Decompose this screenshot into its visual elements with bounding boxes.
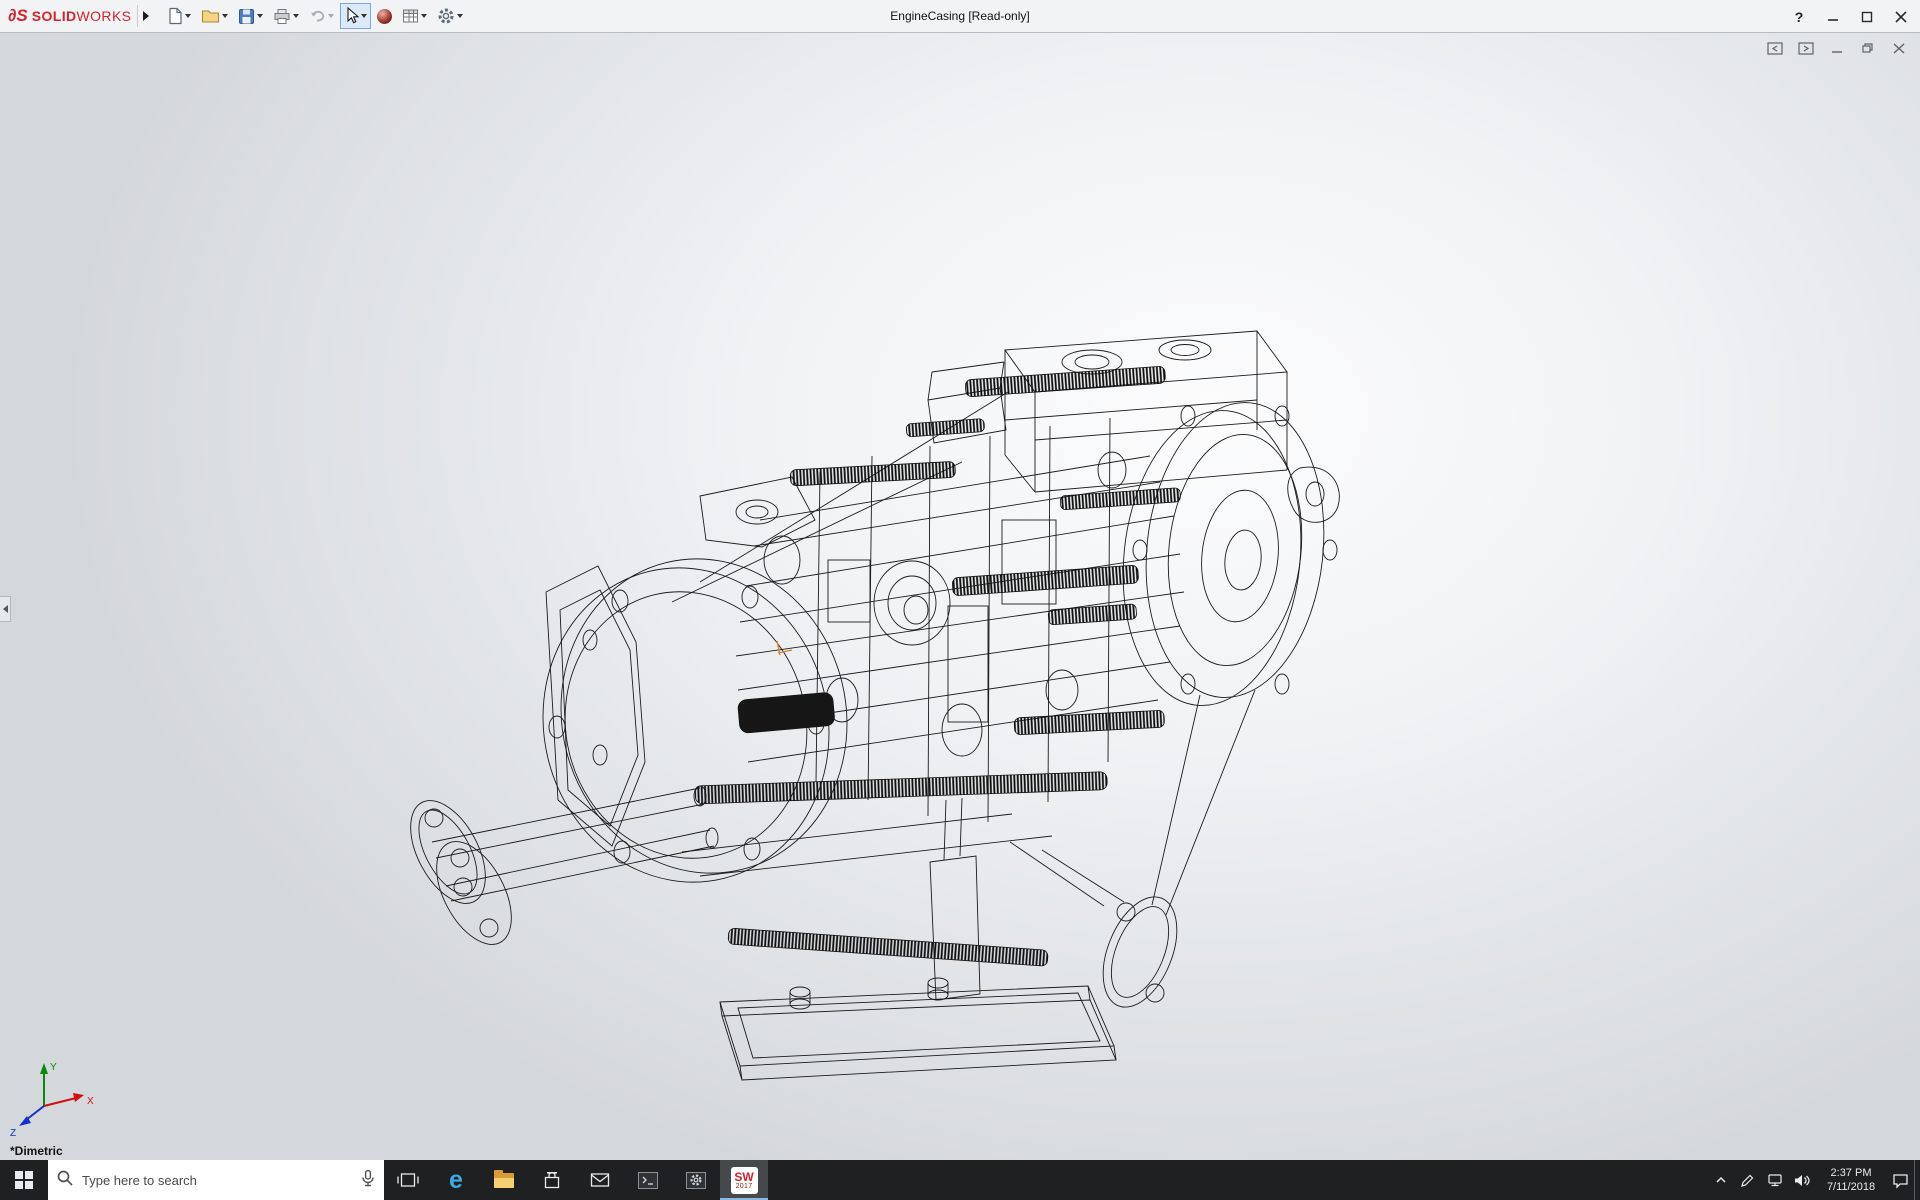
window-controls: ? (1786, 0, 1914, 33)
printer-icon (273, 8, 291, 25)
options-button[interactable] (433, 3, 467, 29)
solidworks-logo: ∂S SOLIDWORKS (0, 6, 137, 26)
taskbar-clock[interactable]: 2:37 PM 7/11/2018 (1815, 1160, 1887, 1200)
chevron-left-icon (3, 605, 8, 613)
close-button[interactable] (1888, 6, 1914, 28)
app-titlebar: ∂S SOLIDWORKS (0, 0, 1920, 33)
help-button[interactable]: ? (1786, 6, 1812, 28)
taskbar-store[interactable] (528, 1160, 576, 1200)
triad-y-label: Y (50, 1062, 57, 1073)
store-bag-icon (542, 1170, 562, 1190)
doc-minimize-button[interactable] (1826, 40, 1848, 56)
chevron-down-icon (185, 14, 191, 18)
chevron-down-icon (328, 14, 334, 18)
windows-taskbar: e SW2017 (0, 1160, 1920, 1200)
new-document-icon (167, 7, 183, 25)
engine-assembly-wireframe: Y X Z (0, 0, 1920, 1200)
doc-dock-right-button[interactable] (1795, 40, 1817, 56)
chevron-down-icon (257, 14, 263, 18)
tray-network-button[interactable] (1761, 1160, 1788, 1200)
properties-table-icon (402, 8, 419, 24)
triad-x-label: X (87, 1096, 94, 1107)
save-floppy-icon (238, 8, 255, 25)
graphics-area[interactable]: Y X Z *Dimetric (0, 33, 1920, 1160)
hidden-icons-chevron[interactable] (1707, 1160, 1734, 1200)
network-icon (1767, 1172, 1783, 1188)
chevron-up-icon (1714, 1173, 1728, 1187)
maximize-button[interactable] (1854, 6, 1880, 28)
quick-access-toolbar (163, 3, 467, 29)
tray-pen-button[interactable] (1734, 1160, 1761, 1200)
undo-button[interactable] (305, 3, 338, 29)
solidworks-app-icon: SW2017 (731, 1167, 758, 1194)
doc-dock-left-button[interactable] (1764, 40, 1786, 56)
chevron-down-icon (222, 14, 228, 18)
file-explorer-icon (494, 1172, 514, 1188)
open-folder-icon (201, 8, 220, 24)
gear-icon (437, 7, 455, 25)
triad-z-label: Z (10, 1128, 16, 1139)
taskbar-file-explorer[interactable] (480, 1160, 528, 1200)
taskbar-console[interactable] (624, 1160, 672, 1200)
evaluate-button[interactable] (398, 3, 431, 29)
save-button[interactable] (234, 3, 267, 29)
chevron-down-icon (361, 14, 367, 18)
print-button[interactable] (269, 3, 303, 29)
mail-envelope-icon (590, 1172, 610, 1188)
task-view-icon (397, 1171, 419, 1189)
tray-time: 2:37 PM (1831, 1167, 1872, 1180)
taskbar-solidworks[interactable]: SW2017 (720, 1160, 768, 1200)
doc-restore-button[interactable] (1857, 40, 1879, 56)
console-icon (638, 1172, 658, 1189)
orientation-triad: Y X Z (10, 1062, 94, 1139)
window-title: EngineCasing [Read-only] (890, 9, 1029, 23)
volume-icon (1793, 1173, 1810, 1188)
open-button[interactable] (197, 3, 232, 29)
flyout-arrow-icon (143, 11, 149, 21)
minimize-button[interactable] (1820, 6, 1846, 28)
edge-icon: e (449, 1168, 463, 1193)
action-center-icon (1892, 1172, 1909, 1189)
tray-volume-button[interactable] (1788, 1160, 1815, 1200)
ds-logo-icon: ∂S (8, 6, 28, 26)
new-document-button[interactable] (163, 3, 195, 29)
microphone-icon (360, 1169, 376, 1192)
windows-logo-icon (15, 1171, 33, 1189)
doc-close-button[interactable] (1888, 40, 1910, 56)
select-arrow-icon (344, 7, 359, 25)
taskbar-search[interactable] (48, 1160, 384, 1200)
undo-arrow-icon (309, 8, 326, 24)
tray-date: 7/11/2018 (1827, 1181, 1875, 1194)
task-view-button[interactable] (384, 1160, 432, 1200)
settings-gear-icon (686, 1172, 706, 1189)
panel-collapse-tab[interactable] (0, 596, 11, 622)
chevron-down-icon (421, 14, 427, 18)
search-icon (56, 1169, 74, 1192)
taskbar-mail[interactable] (576, 1160, 624, 1200)
action-center-button[interactable] (1887, 1160, 1914, 1200)
chevron-down-icon (293, 14, 299, 18)
search-input[interactable] (82, 1173, 352, 1188)
desktop: { "app": { "brand_glyph": "∂S", "brand_b… (0, 0, 1920, 1200)
pen-icon (1740, 1173, 1755, 1188)
taskbar-settings[interactable] (672, 1160, 720, 1200)
taskbar-edge[interactable]: e (432, 1160, 480, 1200)
start-button[interactable] (0, 1160, 48, 1200)
document-window-controls (1764, 40, 1910, 56)
appearance-sphere-icon (377, 9, 392, 24)
appearance-button[interactable] (373, 3, 396, 29)
show-desktop-button[interactable] (1914, 1160, 1920, 1200)
chevron-down-icon (457, 14, 463, 18)
system-tray: 2:37 PM 7/11/2018 (1707, 1160, 1920, 1200)
menu-flyout-button[interactable] (137, 5, 153, 27)
view-orientation-label: *Dimetric (10, 1144, 63, 1158)
select-button[interactable] (340, 3, 371, 29)
